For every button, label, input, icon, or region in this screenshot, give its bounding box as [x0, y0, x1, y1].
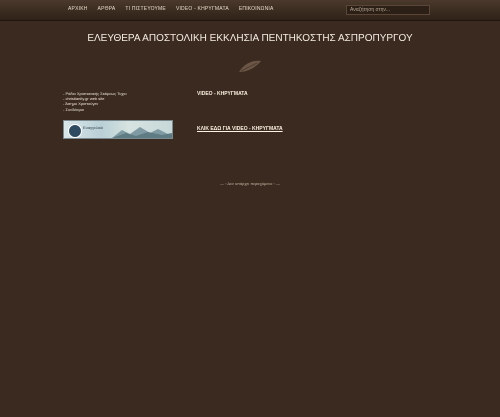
sidebar-banner[interactable]: Ευαγγελικό [63, 120, 173, 139]
leaf-ornament-icon [239, 60, 261, 72]
banner-text: Ευαγγελικό [83, 125, 104, 130]
nav-item-beliefs[interactable]: ΤΙ ΠΙΣΤΕΥΟΥΜΕ [125, 6, 166, 12]
site-title: ΕΛΕΥΘΕΡΑ ΑΠΟΣΤΟΛΙΚΗ ΕΚΚΛΗΣΙΑ ΠΕΝΤΗΚΟΣΤΗΣ… [87, 33, 413, 44]
nav-item-video-sermons[interactable]: VIDEO - ΚΗΡΥΓΜΑΤΑ [176, 6, 229, 12]
nav-item-home[interactable]: ΑΡΧΙΚΗ [68, 6, 88, 12]
search-input[interactable]: Αναζήτηση στην... [346, 5, 430, 15]
sidebar-links: - Ράδιο Χριστιανικής Σκέψεως Τυχιο - chr… [63, 91, 127, 112]
nav-item-articles[interactable]: ΑΡΘΡΑ [98, 6, 116, 12]
video-sermons-heading: VIDEO - ΚΗΡΥΓΜΑΤΑ [197, 91, 248, 97]
content-divider: — ◦ Δεν υπάρχει περιεχόμενο ◦ — [219, 181, 280, 186]
mountains-icon [112, 127, 172, 138]
main-menu: ΑΡΧΙΚΗ ΑΡΘΡΑ ΤΙ ΠΙΣΤΕΥΟΥΜΕ VIDEO - ΚΗΡΥΓ… [68, 6, 274, 12]
nav-item-contact[interactable]: ΕΠΙΚΟΙΝΩΝΙΑ [239, 6, 274, 12]
video-sermons-link[interactable]: ΚΛΙΚ ΕΔΩ ΓΙΑ VIDEO - ΚΗΡΥΓΜΑΤΑ [197, 126, 283, 132]
sidebar-link-links[interactable]: - Συνδέσμοι [63, 107, 127, 112]
top-navigation-bar: ΑΡΧΙΚΗ ΑΡΘΡΑ ΤΙ ΠΙΣΤΕΥΟΥΜΕ VIDEO - ΚΗΡΥΓ… [0, 0, 500, 21]
emblem-icon [68, 124, 82, 138]
